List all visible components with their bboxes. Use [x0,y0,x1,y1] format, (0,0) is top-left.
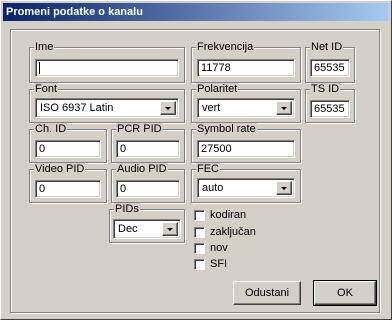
audio-pid-label: Audio PID [116,163,168,175]
ime-input[interactable] [35,59,179,77]
group-symbol-rate: Symbol rate 27500 [191,123,301,163]
frekvencija-label: Frekvencija [196,41,255,53]
checkbox-sfi[interactable]: SFI [194,258,254,272]
fec-label: FEC [196,163,220,175]
video-pid-label: Video PID [34,163,86,175]
chevron-down-icon[interactable] [160,101,176,115]
polaritet-select-value: vert [202,102,221,114]
pids-select-value: Dec [118,223,138,235]
group-pids: PIDs Dec [109,203,185,243]
checkbox-label: SFI [210,258,228,270]
checkbox-box[interactable] [194,259,205,270]
group-audio-pid: Audio PID 0 [111,163,185,203]
checkbox-box[interactable] [194,243,205,254]
group-font: Font ISO 6937 Latin [29,83,185,123]
ok-button[interactable]: OK [313,280,377,306]
audio-pid-input[interactable]: 0 [116,180,180,198]
font-label: Font [34,83,59,95]
pids-label: PIDs [114,203,140,215]
chevron-down-icon[interactable] [162,222,178,236]
chevron-down-icon[interactable] [276,181,292,195]
cancel-button[interactable]: Odustani [233,281,301,305]
ime-label: Ime [34,41,55,53]
net-id-input[interactable]: 65535 [310,59,350,77]
ch-id-label: Ch. ID [34,123,68,135]
text-caret [39,62,40,75]
checkbox-label: zaključan [210,226,256,238]
checkbox-label: nov [210,242,228,254]
frekvencija-input[interactable]: 11778 [197,59,295,77]
checkbox-box[interactable] [194,227,205,238]
chevron-down-icon[interactable] [276,101,292,115]
group-ch-id: Ch. ID 0 [29,123,107,163]
pcr-pid-input[interactable]: 0 [116,140,180,158]
symbol-rate-input[interactable]: 27500 [197,140,295,158]
ts-id-input[interactable]: 65535 [310,100,350,118]
polaritet-select[interactable]: vert [197,98,295,118]
checkbox-box[interactable] [194,210,205,221]
checkbox-nov[interactable]: nov [194,242,254,256]
checkbox-zakljucan[interactable]: zaključan [194,226,274,240]
fec-select[interactable]: auto [197,178,295,198]
font-select-value: ISO 6937 Latin [40,102,114,114]
group-ts-id: TS ID 65535 [305,83,355,123]
symbol-rate-label: Symbol rate [196,123,257,135]
group-pcr-pid: PCR PID 0 [111,123,185,163]
group-fec: FEC auto [191,163,301,203]
ch-id-input[interactable]: 0 [35,140,101,158]
window-title: Promeni podatke o kanalu [3,3,389,21]
video-pid-input[interactable]: 0 [35,180,101,198]
pcr-pid-label: PCR PID [116,123,163,135]
group-polaritet: Polaritet vert [191,83,301,123]
checkbox-kodiran[interactable]: kodiran [194,209,264,223]
group-video-pid: Video PID 0 [29,163,107,203]
pids-select[interactable]: Dec [113,219,181,239]
dialog-window: Promeni podatke o kanalu Ime Frekvencija… [0,0,392,320]
group-ime: Ime [29,41,185,83]
ts-id-label: TS ID [310,83,341,95]
fec-select-value: auto [202,182,224,194]
checkbox-label: kodiran [210,209,247,221]
group-net-id: Net ID 65535 [305,41,355,83]
polaritet-label: Polaritet [196,83,239,95]
group-frekvencija: Frekvencija 11778 [191,41,301,83]
font-select[interactable]: ISO 6937 Latin [35,98,179,118]
net-id-label: Net ID [310,41,344,53]
